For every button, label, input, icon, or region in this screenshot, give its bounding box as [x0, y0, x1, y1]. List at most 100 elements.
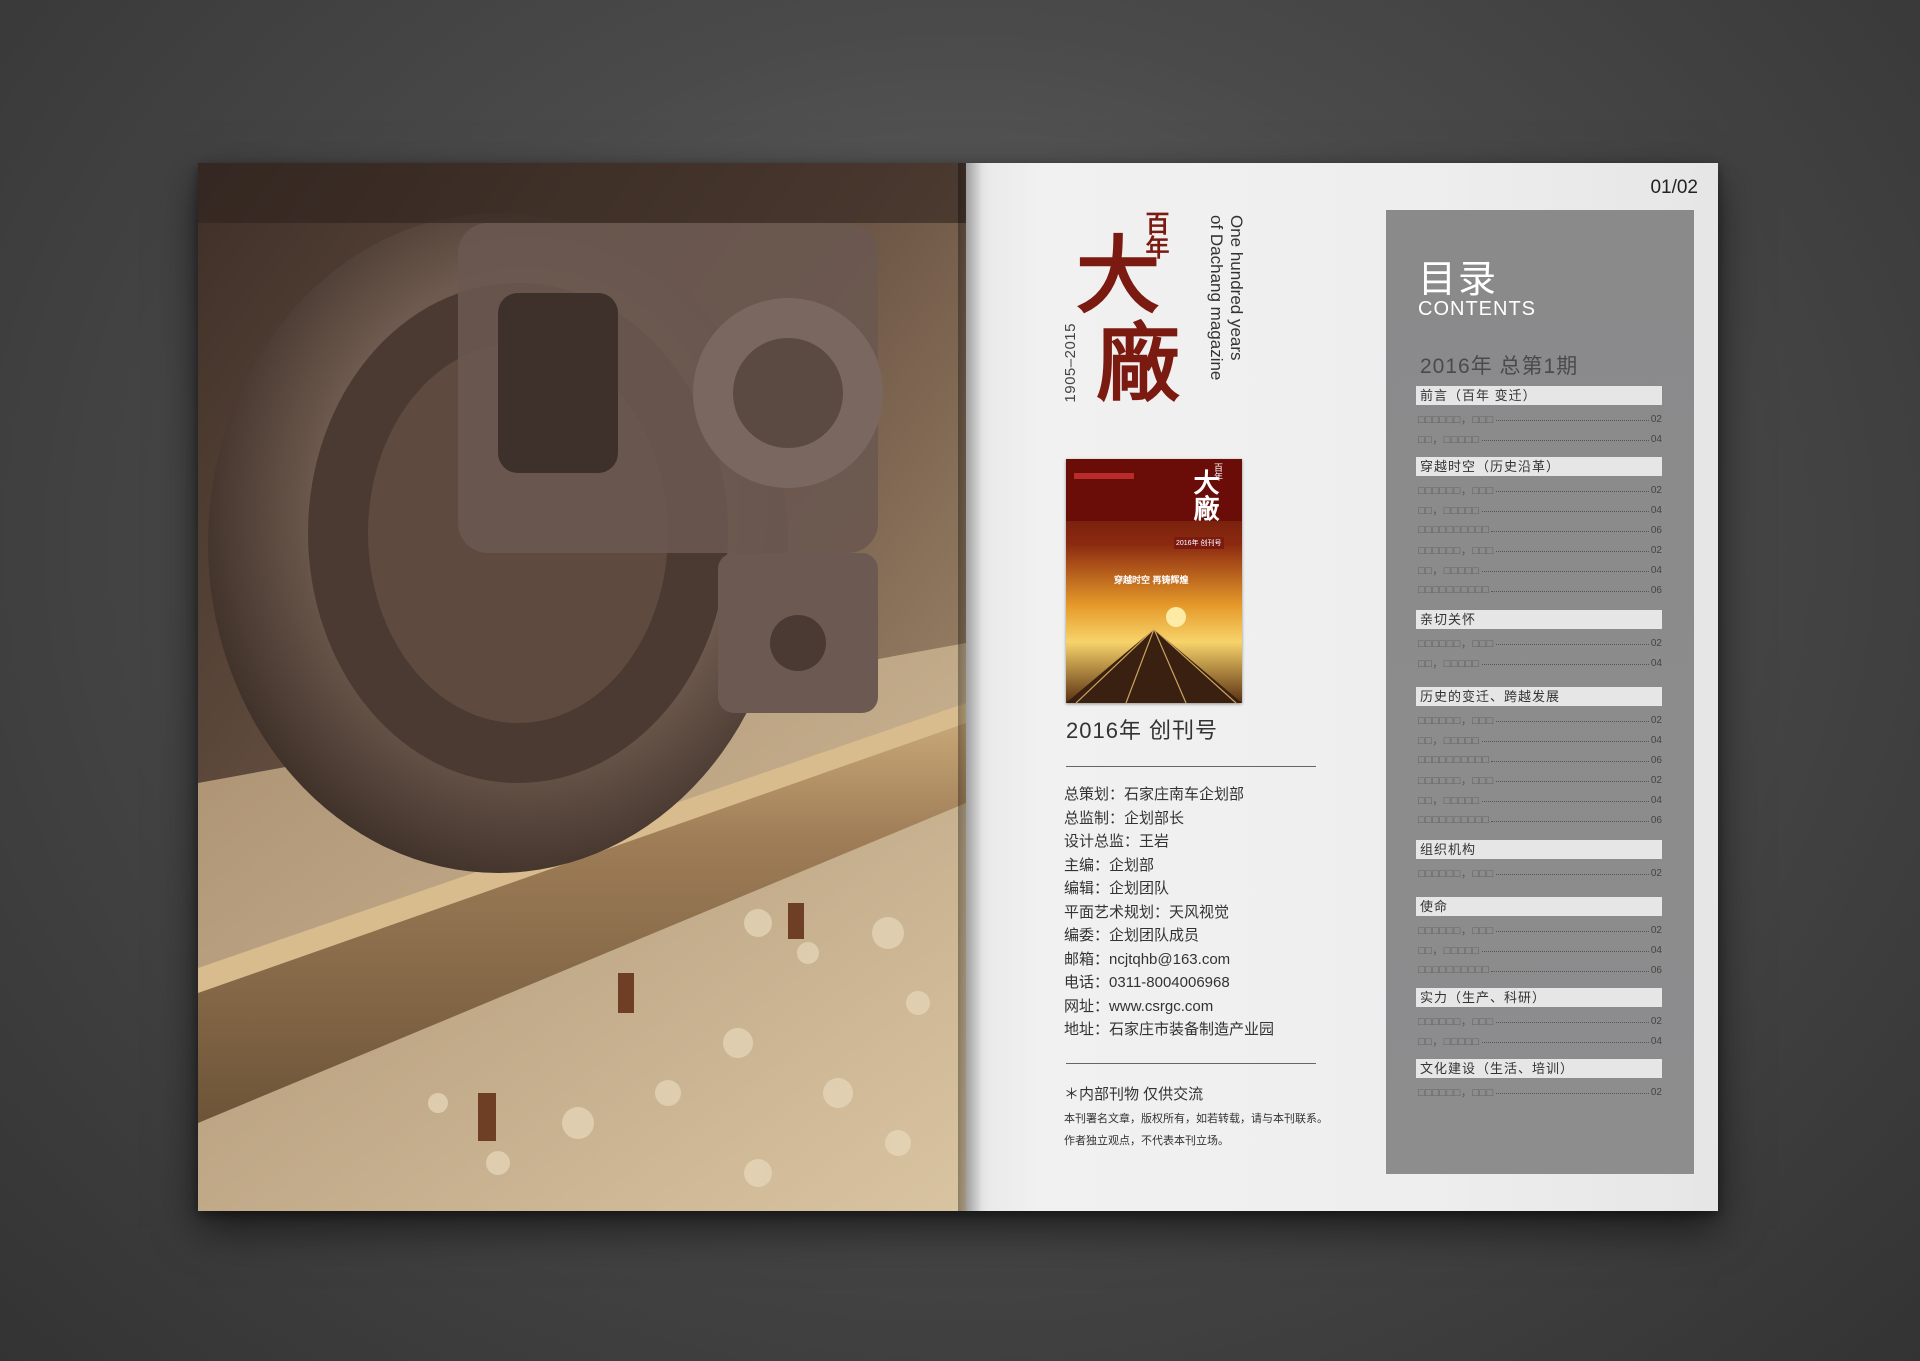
section-heading[interactable]: 穿越时空（历史沿革）: [1416, 457, 1662, 476]
toc-leader-dots: [1491, 760, 1649, 762]
toc-entry[interactable]: □□，□□□□□ 04: [1416, 500, 1662, 520]
toc-page-number: 06: [1650, 524, 1662, 536]
section-heading[interactable]: 亲切关怀: [1416, 610, 1662, 629]
toc-leader-dots: [1481, 510, 1649, 512]
toc-entry[interactable]: □□，□□□□□ 04: [1416, 429, 1662, 449]
toc-leader-dots: [1495, 930, 1649, 932]
toc-page-number: 02: [1650, 924, 1662, 936]
toc-page-number: 02: [1650, 1015, 1662, 1027]
toc-entry[interactable]: □□□□□□□□□□ 06: [1416, 580, 1662, 600]
toc-entry-title: □□□□□□，□□□: [1418, 925, 1494, 937]
toc-entry-title: □□□□□□，□□□: [1418, 1087, 1494, 1099]
credit-value: 企划团队成员: [1109, 927, 1200, 944]
toc-page-number: 04: [1650, 564, 1662, 576]
toc-entry[interactable]: □□□□□□，□□□ 02: [1416, 863, 1662, 883]
credit-label: 地址: [1064, 1021, 1095, 1038]
toc-leader-dots: [1491, 970, 1649, 972]
credit-line: 设计总监：王岩: [1064, 830, 1274, 854]
credit-label: 编委: [1064, 927, 1095, 944]
contents-section: 文化建设（生活、培训） □□□□□□，□□□ 02: [1416, 1059, 1662, 1102]
toc-page-number: 04: [1650, 657, 1662, 669]
toc-entry[interactable]: □□□□□□□□□□ 06: [1416, 520, 1662, 540]
credit-line: 编委：企划团队成员: [1064, 924, 1274, 948]
credit-value: 0311-8004006968: [1109, 974, 1230, 991]
toc-entry[interactable]: □□，□□□□□ 04: [1416, 1031, 1662, 1051]
section-heading[interactable]: 前言（百年 变迁）: [1416, 386, 1662, 405]
notice-line-2: 本刊署名文章，版权所有，如若转载，请与本刊联系。: [1064, 1113, 1328, 1125]
toc-entry[interactable]: □□□□□□，□□□ 02: [1416, 480, 1662, 500]
contents-panel: 目录 CONTENTS 2016年 总第1期 前言（百年 变迁） □□□□□□，□…: [1386, 210, 1694, 1174]
magazine-logo: 百年 大 廠: [1076, 211, 1196, 421]
contents-sections: 前言（百年 变迁） □□□□□□，□□□ 02 □□，□□□□□ 04 穿越时空（历史沿革…: [1416, 386, 1662, 1102]
toc-entry[interactable]: □□□□□□，□□□ 02: [1416, 540, 1662, 560]
contents-section: 穿越时空（历史沿革） □□□□□□，□□□ 02 □□，□□□□□ 04 □□□□□□□□…: [1416, 457, 1662, 600]
toc-entry-title: □□，□□□□□: [1418, 795, 1480, 807]
credit-value: 企划部长: [1124, 809, 1185, 827]
toc-page-number: 04: [1650, 1035, 1662, 1047]
toc-leader-dots: [1481, 663, 1649, 665]
toc-page-number: 04: [1650, 504, 1662, 516]
toc-entry[interactable]: □□□□□□，□□□ 02: [1416, 409, 1662, 429]
credit-separator: ：: [1094, 856, 1110, 874]
toc-entry[interactable]: □□□□□□，□□□ 02: [1416, 633, 1662, 653]
section-heading[interactable]: 使命: [1416, 897, 1662, 916]
logo-large-char-2: 廠: [1096, 314, 1181, 413]
toc-entry[interactable]: □□□□□□，□□□ 02: [1416, 770, 1662, 790]
toc-entry-title: □□，□□□□□: [1418, 565, 1480, 577]
toc-entry[interactable]: □□□□□□，□□□ 02: [1416, 1082, 1662, 1102]
section-heading[interactable]: 文化建设（生活、培训）: [1416, 1059, 1662, 1078]
credit-line: 电话：0311-8004006968: [1064, 971, 1274, 995]
toc-entry[interactable]: □□，□□□□□ 04: [1416, 560, 1662, 580]
toc-entry-title: □□，□□□□□: [1418, 945, 1480, 957]
section-heading[interactable]: 实力（生产、科研）: [1416, 988, 1662, 1007]
credit-separator: ：: [1109, 809, 1125, 827]
credit-label: 总监制: [1064, 809, 1110, 827]
toc-entry[interactable]: □□，□□□□□ 04: [1416, 790, 1662, 810]
toc-entry[interactable]: □□□□□□□□□□ 06: [1416, 960, 1662, 980]
notice-block: ＊内部刊物 仅供交流 本刊署名文章，版权所有，如若转载，请与本刊联系。 作者独立…: [1064, 1083, 1328, 1148]
credit-value: 王岩: [1139, 833, 1170, 850]
toc-leader-dots: [1495, 643, 1649, 645]
toc-leader-dots: [1495, 780, 1649, 782]
contents-section: 前言（百年 变迁） □□□□□□，□□□ 02 □□，□□□□□ 04: [1416, 386, 1662, 449]
toc-entry[interactable]: □□□□□□□□□□ 06: [1416, 810, 1662, 830]
credit-line: 总监制：企划部长: [1064, 807, 1274, 831]
toc-leader-dots: [1481, 439, 1649, 441]
section-heading[interactable]: 历史的变迁、跨越发展: [1416, 687, 1662, 706]
toc-entry-title: □□□□□□，□□□: [1418, 638, 1494, 650]
toc-entry[interactable]: □□□□□□，□□□ 02: [1416, 1011, 1662, 1031]
credit-label: 主编: [1064, 856, 1095, 874]
edition-label: 2016年 创刊号: [1066, 718, 1219, 743]
divider-top: [1066, 766, 1316, 767]
credit-separator: ：: [1094, 950, 1110, 968]
toc-leader-dots: [1495, 873, 1649, 875]
toc-entry[interactable]: □□，□□□□□ 04: [1416, 730, 1662, 750]
train-wheel-photo: [198, 163, 966, 1211]
toc-entry[interactable]: □□□□□□，□□□ 02: [1416, 920, 1662, 940]
toc-leader-dots: [1481, 740, 1649, 742]
contents-section: 亲切关怀 □□□□□□，□□□ 02 □□，□□□□□ 04: [1416, 610, 1662, 673]
credit-label: 设计总监: [1064, 833, 1125, 850]
toc-entry-title: □□，□□□□□: [1418, 735, 1480, 747]
toc-entry-title: □□，□□□□□: [1418, 658, 1480, 670]
left-page: [198, 163, 966, 1211]
toc-entry[interactable]: □□，□□□□□ 04: [1416, 653, 1662, 673]
toc-entry[interactable]: □□□□□□，□□□ 02: [1416, 710, 1662, 730]
cover-headline: 穿越时空 再铸辉煌: [1114, 575, 1189, 585]
credit-value: 企划部: [1109, 856, 1155, 874]
toc-entry[interactable]: □□，□□□□□ 04: [1416, 940, 1662, 960]
toc-leader-dots: [1481, 800, 1649, 802]
toc-leader-dots: [1491, 530, 1649, 532]
toc-page-number: 06: [1650, 964, 1662, 976]
notice-line-1: ＊内部刊物 仅供交流: [1064, 1086, 1204, 1103]
credit-separator: ：: [1094, 880, 1110, 897]
toc-entry[interactable]: □□□□□□□□□□ 06: [1416, 750, 1662, 770]
toc-entry-title: □□□□□□□□□□: [1418, 964, 1490, 976]
toc-page-number: 02: [1650, 413, 1662, 425]
english-tagline: One hundred years of Dachang magazine: [1206, 215, 1246, 380]
contents-section: 历史的变迁、跨越发展 □□□□□□，□□□ 02 □□，□□□□□ 04 □□□□□□□□…: [1416, 687, 1662, 830]
toc-entry-title: □□□□□□，□□□: [1418, 715, 1494, 727]
toc-leader-dots: [1495, 1021, 1649, 1023]
toc-page-number: 04: [1650, 433, 1662, 445]
section-heading[interactable]: 组织机构: [1416, 840, 1662, 859]
